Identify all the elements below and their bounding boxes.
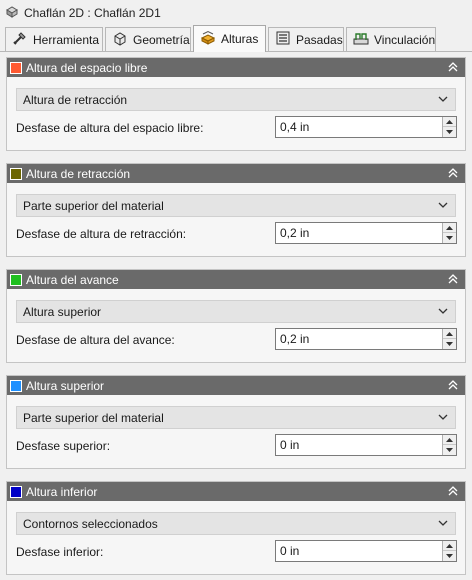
offset-input[interactable]: 0,2 in (275, 222, 457, 244)
chevron-down-icon (437, 517, 449, 529)
spin-down-button[interactable] (443, 445, 456, 455)
passes-icon (275, 30, 291, 49)
panel-bottom (0, 576, 472, 580)
height-source-dropdown[interactable]: Parte superior del material (16, 194, 456, 217)
offset-value: 0,2 in (280, 226, 310, 240)
section-altura-avance: Altura del avance Altura superior Desfas… (6, 269, 466, 363)
collapse-icon[interactable] (446, 60, 460, 74)
geometry-icon (112, 30, 128, 49)
section-header[interactable]: Altura inferior (7, 482, 465, 501)
dropdown-value: Contornos seleccionados (23, 516, 158, 531)
section-altura-espacio-libre: Altura del espacio libre Altura de retra… (6, 57, 466, 151)
collapse-icon[interactable] (446, 166, 460, 180)
section-altura-superior: Altura superior Parte superior del mater… (6, 375, 466, 469)
chevron-down-icon (437, 93, 449, 105)
dropdown-value: Parte superior del material (23, 198, 164, 213)
dropdown-value: Altura superior (23, 304, 102, 319)
offset-input[interactable]: 0,2 in (275, 328, 457, 350)
section-title: Altura de retracción (26, 166, 131, 181)
tab-label: Vinculación (374, 32, 436, 47)
section-altura-retraccion: Altura de retracción Parte superior del … (6, 163, 466, 257)
height-source-dropdown[interactable]: Altura superior (16, 300, 456, 323)
offset-label: Desfase superior: (16, 439, 111, 453)
tab-label: Herramienta (33, 32, 100, 47)
spin-down-button[interactable] (443, 127, 456, 137)
tab-vinculacion[interactable]: Vinculación (346, 27, 436, 51)
toolpath-icon (5, 5, 19, 22)
tab-geometria[interactable]: Geometría (105, 27, 191, 51)
tab-label: Geometría (133, 32, 190, 47)
tab-bar: Herramienta Geometría Alturas Pasadas Vi… (0, 25, 472, 52)
tab-label: Pasadas (296, 32, 343, 47)
height-source-dropdown[interactable]: Contornos seleccionados (16, 512, 456, 535)
color-swatch (10, 61, 22, 74)
tab-pasadas[interactable]: Pasadas (268, 27, 344, 51)
offset-input[interactable]: 0 in (275, 540, 457, 562)
tab-alturas[interactable]: Alturas (193, 25, 266, 52)
color-swatch (10, 273, 22, 286)
window-title: Chaflán 2D : Chaflán 2D1 (24, 6, 161, 20)
linking-icon (353, 30, 369, 49)
offset-value: 0,2 in (280, 332, 310, 346)
offset-label: Desfase de altura de retracción: (16, 227, 187, 241)
color-swatch (10, 379, 22, 392)
offset-label: Desfase de altura del espacio libre: (16, 121, 204, 135)
section-header[interactable]: Altura de retracción (7, 164, 465, 183)
chevron-down-icon (437, 199, 449, 211)
spin-up-button[interactable] (443, 223, 456, 233)
spin-up-button[interactable] (443, 117, 456, 127)
offset-label: Desfase de altura del avance: (16, 333, 175, 347)
spin-up-button[interactable] (443, 435, 456, 445)
tool-icon (12, 30, 28, 49)
section-title: Altura del espacio libre (26, 60, 148, 75)
offset-input[interactable]: 0 in (275, 434, 457, 456)
section-header[interactable]: Altura del avance (7, 270, 465, 289)
section-altura-inferior: Altura inferior Contornos seleccionados … (6, 481, 466, 575)
dropdown-value: Altura de retracción (23, 92, 128, 107)
collapse-icon[interactable] (446, 484, 460, 498)
height-source-dropdown[interactable]: Parte superior del material (16, 406, 456, 429)
height-source-dropdown[interactable]: Altura de retracción (16, 88, 456, 111)
section-title: Altura del avance (26, 272, 119, 287)
tab-label: Alturas (221, 32, 259, 46)
offset-value: 0 in (280, 544, 300, 558)
collapse-icon[interactable] (446, 378, 460, 392)
offset-value: 0 in (280, 438, 300, 452)
offset-value: 0,4 in (280, 120, 310, 134)
dropdown-value: Parte superior del material (23, 410, 164, 425)
spin-down-button[interactable] (443, 339, 456, 349)
color-swatch (10, 167, 22, 180)
spin-up-button[interactable] (443, 541, 456, 551)
collapse-icon[interactable] (446, 272, 460, 286)
color-swatch (10, 485, 22, 498)
spin-down-button[interactable] (443, 551, 456, 561)
chevron-down-icon (437, 305, 449, 317)
offset-label: Desfase inferior: (16, 545, 104, 559)
spin-down-button[interactable] (443, 233, 456, 243)
section-title: Altura inferior (26, 484, 98, 499)
title-bar: Chaflán 2D : Chaflán 2D1 (0, 0, 472, 26)
section-header[interactable]: Altura del espacio libre (7, 58, 465, 77)
section-header[interactable]: Altura superior (7, 376, 465, 395)
section-title: Altura superior (26, 378, 105, 393)
spin-up-button[interactable] (443, 329, 456, 339)
tab-herramienta[interactable]: Herramienta (5, 27, 103, 51)
chevron-down-icon (437, 411, 449, 423)
offset-input[interactable]: 0,4 in (275, 116, 457, 138)
heights-icon (200, 30, 216, 49)
